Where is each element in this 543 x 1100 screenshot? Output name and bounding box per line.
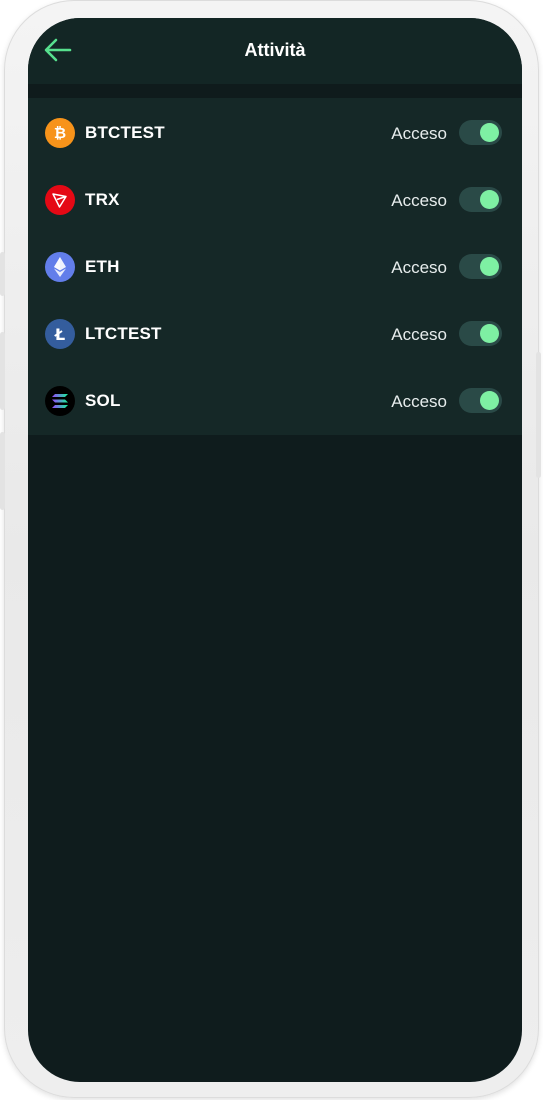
toggle-knob <box>480 123 499 142</box>
toggle-knob <box>480 324 499 343</box>
toggle-knob <box>480 391 499 410</box>
status-label: Acceso <box>391 124 447 143</box>
list-item-eth: ETH Acceso <box>28 232 522 299</box>
top-bar: Attività <box>28 18 522 84</box>
status-label: Acceso <box>391 191 447 210</box>
list-item-ltctest: Ł LTCTEST Acceso <box>28 299 522 366</box>
status-label: Acceso <box>391 392 447 411</box>
ethereum-icon <box>45 252 75 282</box>
asset-toggle-eth[interactable] <box>459 254 502 279</box>
power-button <box>536 352 541 478</box>
app-screen: Attività ₿ BTCTEST Acceso TRX Acceso ETH… <box>28 18 522 1082</box>
volume-up-button <box>0 332 5 410</box>
asset-list: ₿ BTCTEST Acceso TRX Acceso ETH Acceso Ł… <box>28 98 522 435</box>
mute-switch <box>0 252 5 296</box>
list-item-trx: TRX Acceso <box>28 165 522 232</box>
coin-name: ETH <box>85 257 120 276</box>
phone-frame: Attività ₿ BTCTEST Acceso TRX Acceso ETH… <box>0 0 541 1098</box>
coin-name: TRX <box>85 190 120 209</box>
asset-toggle-ltctest[interactable] <box>459 321 502 346</box>
coin-name: BTCTEST <box>85 123 165 142</box>
volume-down-button <box>0 432 5 510</box>
list-item-btctest: ₿ BTCTEST Acceso <box>28 98 522 165</box>
toggle-knob <box>480 257 499 276</box>
litecoin-icon: Ł <box>45 319 75 349</box>
solana-icon <box>45 386 75 416</box>
toggle-knob <box>480 190 499 209</box>
asset-toggle-btctest[interactable] <box>459 120 502 145</box>
asset-toggle-trx[interactable] <box>459 187 502 212</box>
list-item-sol: SOL Acceso <box>28 366 522 433</box>
page-title: Attività <box>244 40 306 60</box>
coin-name: SOL <box>85 391 121 410</box>
bitcoin-icon: ₿ <box>45 118 75 148</box>
status-label: Acceso <box>391 258 447 277</box>
asset-toggle-sol[interactable] <box>459 388 502 413</box>
tron-icon <box>45 185 75 215</box>
coin-name: LTCTEST <box>85 324 162 343</box>
header-divider <box>28 84 522 98</box>
status-label: Acceso <box>391 325 447 344</box>
